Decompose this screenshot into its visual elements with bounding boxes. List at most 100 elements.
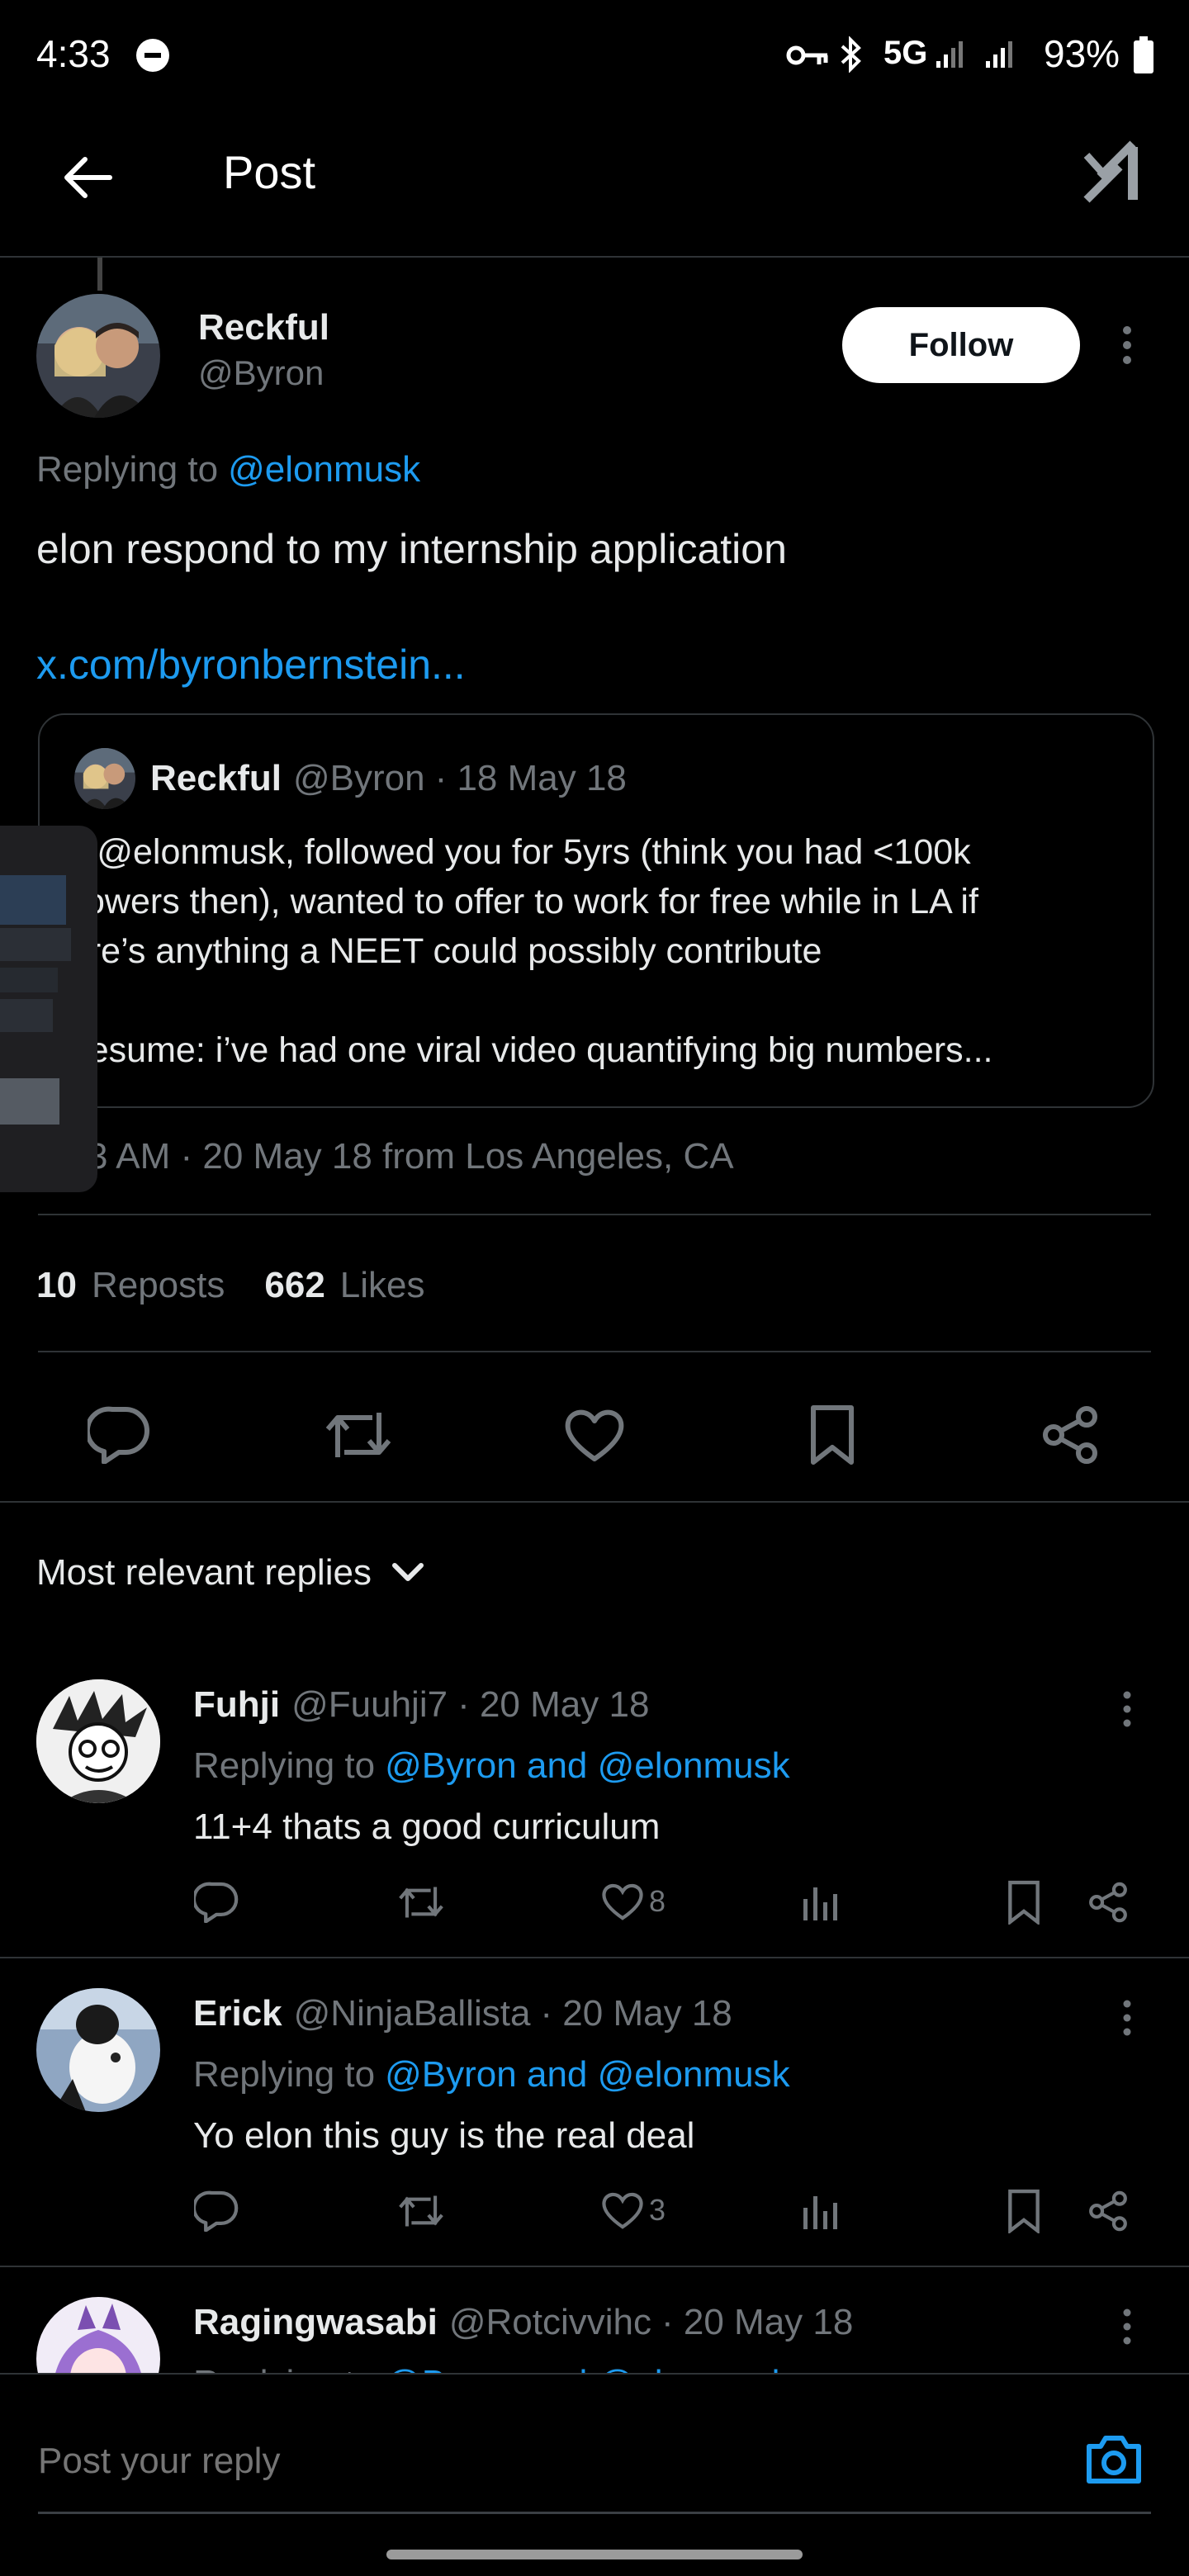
camera-icon[interactable] xyxy=(1078,2424,1149,2495)
reply-replying-mentions[interactable]: @Byron and @elonmusk xyxy=(385,2363,789,2373)
author-handle[interactable]: @Byron xyxy=(198,353,324,393)
bluetooth-icon xyxy=(839,36,864,73)
reply-avatar[interactable] xyxy=(36,1679,160,1803)
reply-text: 11+4 thats a good curriculum xyxy=(193,1807,661,1847)
reply-icon[interactable] xyxy=(78,1394,160,1476)
x-grok-logo-icon[interactable] xyxy=(1083,139,1146,205)
reply-bookmark-icon[interactable] xyxy=(997,1876,1050,1929)
battery-percent: 93% xyxy=(1044,32,1120,75)
reply-author-name[interactable]: Fuhji xyxy=(193,1684,280,1726)
reply-bookmark-icon[interactable] xyxy=(997,2185,1050,2237)
quote-line-3: here’s anything a NEET could possibly co… xyxy=(50,931,822,971)
reply-header: Ragingwasabi @Rotcivvihc · 20 May 18 xyxy=(193,2302,853,2343)
reply-author-handle[interactable]: @Rotcivvihc xyxy=(449,2302,651,2343)
quote-line-4: y resume: i’ve had one viral video quant… xyxy=(50,1030,993,1070)
stats-divider xyxy=(38,1351,1151,1352)
reply-replying-mentions[interactable]: @Byron and @elonmusk xyxy=(385,2054,789,2095)
reply-share-icon[interactable] xyxy=(1082,1876,1135,1929)
post-link[interactable]: x.com/byronbernstein... xyxy=(36,641,466,689)
actions-divider xyxy=(0,1501,1189,1503)
reply-item[interactable]: Fuhji @Fuuhji7 · 20 May 18 Replying to @… xyxy=(0,1660,1189,1957)
edge-panel-preview[interactable] xyxy=(0,826,97,1192)
header: Post xyxy=(0,124,1189,256)
reply-divider xyxy=(0,1957,1189,1958)
reply-views-icon[interactable] xyxy=(794,2185,847,2237)
bookmark-icon[interactable] xyxy=(791,1394,874,1476)
reply-repost-icon[interactable] xyxy=(395,1876,448,1929)
status-bar: 4:33 5G 93% xyxy=(0,0,1189,107)
reply-replying-prefix: Replying to xyxy=(193,1745,376,1786)
reply-repost-icon[interactable] xyxy=(395,2185,448,2237)
quote-author-handle: @Byron xyxy=(292,758,425,798)
reply-author-name[interactable]: Ragingwasabi xyxy=(193,2302,438,2343)
replying-to-mention[interactable]: @elonmusk xyxy=(228,449,420,490)
composer-underline xyxy=(38,2512,1151,2514)
reply-share-icon[interactable] xyxy=(1082,2185,1135,2237)
quote-text: ey @elonmusk, followed you for 5yrs (thi… xyxy=(50,827,993,1075)
header-divider xyxy=(0,256,1189,258)
reply-replying-to: Replying to @Byron and @elonmusk xyxy=(193,2363,790,2373)
quoted-post-card[interactable]: Reckful @Byron · 18 May 18 ey @elonmusk,… xyxy=(38,713,1154,1108)
post-meta: 3 AM · 20 May 18 from Los Angeles, CA xyxy=(88,1136,734,1177)
quote-author-name: Reckful xyxy=(150,758,282,798)
signal-icon xyxy=(933,36,1032,71)
author-avatar[interactable] xyxy=(36,294,160,418)
reply-date: · 20 May 18 xyxy=(661,2302,854,2342)
reply-text: Yo elon this guy is the real deal xyxy=(193,2115,695,2156)
reply-replying-to: Replying to @Byron and @elonmusk xyxy=(193,1745,790,1787)
reply-divider xyxy=(0,2266,1189,2267)
reply-replying-prefix: Replying to xyxy=(193,2363,375,2373)
reply-like[interactable]: 3 xyxy=(601,2191,666,2229)
reply-replying-prefix: Replying to xyxy=(193,2054,376,2095)
quote-date: · 18 May 18 xyxy=(434,758,627,798)
back-arrow-icon[interactable] xyxy=(50,140,124,215)
reply-author-handle[interactable]: @Fuuhji7 xyxy=(291,1684,448,1726)
likes-count[interactable]: 662 xyxy=(264,1265,324,1306)
reply-like-heart-icon xyxy=(601,2191,644,2229)
reply-avatar[interactable] xyxy=(36,2297,160,2373)
more-options-icon[interactable] xyxy=(1106,314,1148,376)
reply-avatar[interactable] xyxy=(36,1988,160,2112)
engagement-stats: 10 Reposts 662 Likes xyxy=(36,1265,425,1306)
reply-more-options-icon[interactable] xyxy=(1106,1993,1148,2043)
like-heart-icon[interactable] xyxy=(553,1394,636,1476)
meta-divider xyxy=(38,1214,1151,1215)
thread-line xyxy=(97,258,102,291)
do-not-disturb-icon xyxy=(135,38,170,73)
reply-more-options-icon[interactable] xyxy=(1106,1684,1148,1734)
reply-views-icon[interactable] xyxy=(794,1876,847,1929)
likes-label[interactable]: Likes xyxy=(340,1265,425,1306)
reply-header: Erick @NinjaBallista · 20 May 18 xyxy=(193,1993,732,2034)
reply-more-options-icon[interactable] xyxy=(1106,2302,1148,2351)
follow-button[interactable]: Follow xyxy=(842,307,1080,383)
replying-to-prefix: Replying to xyxy=(36,449,219,490)
chevron-down-icon xyxy=(391,1562,424,1584)
replies-sort-dropdown[interactable]: Most relevant replies xyxy=(36,1552,424,1593)
home-indicator xyxy=(386,2550,803,2559)
vpn-key-icon xyxy=(786,43,829,68)
reply-input[interactable] xyxy=(36,2427,1014,2495)
reply-like-count: 3 xyxy=(649,2193,666,2227)
author-name[interactable]: Reckful xyxy=(198,307,329,348)
reply-like-heart-icon xyxy=(601,1882,644,1920)
reply-comment-icon[interactable] xyxy=(190,1876,243,1929)
reply-like[interactable]: 8 xyxy=(601,1882,666,1920)
reply-replying-mentions[interactable]: @Byron and @elonmusk xyxy=(385,1745,789,1787)
battery-icon xyxy=(1133,36,1154,74)
quote-line-1: ey @elonmusk, followed you for 5yrs (thi… xyxy=(50,832,971,872)
quote-author-avatar xyxy=(74,748,135,809)
reply-author-handle[interactable]: @NinjaBallista xyxy=(294,1993,531,2034)
reply-date: · 20 May 18 xyxy=(540,1993,732,2034)
reply-item[interactable]: Erick @NinjaBallista · 20 May 18 Replyin… xyxy=(0,1968,1189,2266)
reply-author-name[interactable]: Erick xyxy=(193,1993,282,2034)
reposts-count[interactable]: 10 xyxy=(36,1265,77,1306)
reposts-label[interactable]: Reposts xyxy=(92,1265,225,1306)
reply-comment-icon[interactable] xyxy=(190,2185,243,2237)
status-time: 4:33 xyxy=(36,32,111,75)
repost-icon[interactable] xyxy=(317,1394,400,1476)
share-icon[interactable] xyxy=(1029,1394,1111,1476)
composer-top-divider xyxy=(0,2373,1189,2375)
quote-line-2: ollowers then), wanted to offer to work … xyxy=(50,882,978,921)
replying-to-line: Replying to @elonmusk xyxy=(36,449,420,490)
reply-item[interactable]: Ragingwasabi @Rotcivvihc · 20 May 18 Rep… xyxy=(0,2277,1189,2373)
